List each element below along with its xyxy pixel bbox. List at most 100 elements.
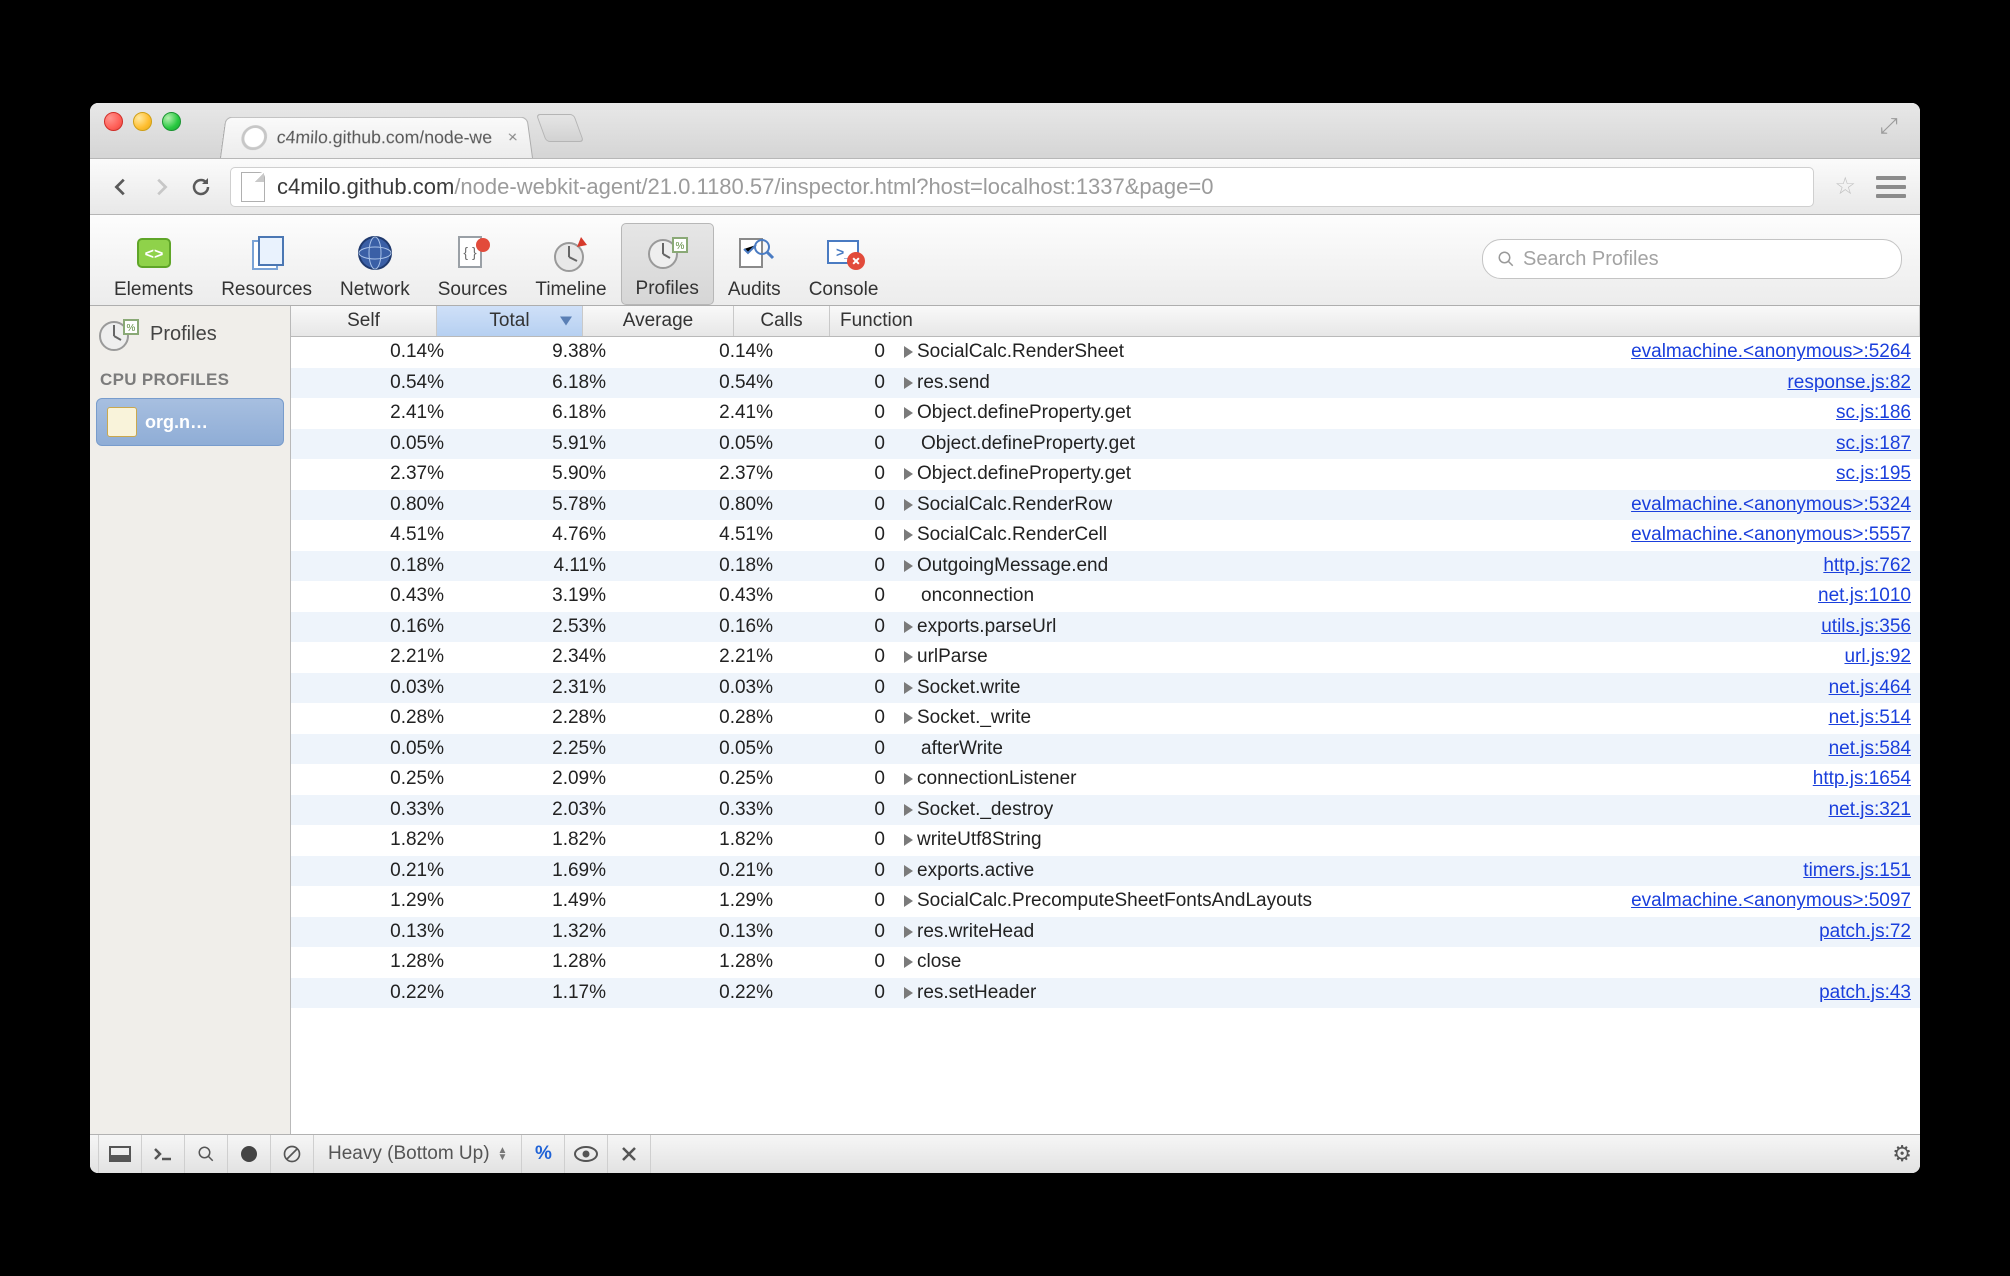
panel-profiles[interactable]: % Profiles [621,223,714,305]
col-calls[interactable]: Calls [734,306,830,336]
source-link[interactable]: response.js:82 [1787,372,1911,394]
source-link[interactable]: evalmachine.<anonymous>:5557 [1631,524,1911,546]
table-row[interactable]: 0.03%2.31%0.03%0Socket.writenet.js:464 [291,673,1920,704]
disclosure-triangle-icon[interactable] [904,529,913,541]
table-row[interactable]: 0.16%2.53%0.16%0exports.parseUrlutils.js… [291,612,1920,643]
sidebar-profiles-header[interactable]: % Profiles [90,306,290,362]
table-row[interactable]: 0.05%2.25%0.05%0afterWritenet.js:584 [291,734,1920,765]
table-row[interactable]: 0.13%1.32%0.13%0res.writeHeadpatch.js:72 [291,917,1920,948]
source-link[interactable]: patch.js:43 [1819,982,1911,1004]
source-link[interactable]: sc.js:187 [1836,433,1911,455]
disclosure-triangle-icon[interactable] [904,499,913,511]
table-row[interactable]: 2.37%5.90%2.37%0Object.defineProperty.ge… [291,459,1920,490]
source-link[interactable]: evalmachine.<anonymous>:5097 [1631,890,1911,912]
table-row[interactable]: 0.28%2.28%0.28%0Socket._writenet.js:514 [291,703,1920,734]
disclosure-triangle-icon[interactable] [904,621,913,633]
disclosure-triangle-icon[interactable] [904,773,913,785]
table-row[interactable]: 0.25%2.09%0.25%0connectionListenerhttp.j… [291,764,1920,795]
dock-button[interactable] [98,1135,142,1173]
table-body[interactable]: 0.14%9.38%0.14%0SocialCalc.RenderSheetev… [291,337,1920,1134]
table-row[interactable]: 0.43%3.19%0.43%0onconnectionnet.js:1010 [291,581,1920,612]
disclosure-triangle-icon[interactable] [904,926,913,938]
zoom-window-button[interactable] [162,112,181,131]
record-button[interactable] [228,1135,271,1173]
close-window-button[interactable] [104,112,123,131]
disclosure-triangle-icon[interactable] [904,377,913,389]
disclosure-triangle-icon[interactable] [904,895,913,907]
search-button[interactable] [185,1135,228,1173]
table-row[interactable]: 1.28%1.28%1.28%0close [291,947,1920,978]
expand-icon[interactable]: ⤢ [1880,113,1902,135]
table-row[interactable]: 0.14%9.38%0.14%0SocialCalc.RenderSheetev… [291,337,1920,368]
disclosure-triangle-icon[interactable] [904,712,913,724]
table-row[interactable]: 1.29%1.49%1.29%0SocialCalc.PrecomputeShe… [291,886,1920,917]
source-link[interactable]: net.js:584 [1829,738,1911,760]
table-row[interactable]: 0.22%1.17%0.22%0res.setHeaderpatch.js:43 [291,978,1920,1009]
disclosure-triangle-icon[interactable] [904,468,913,480]
table-row[interactable]: 0.18%4.11%0.18%0OutgoingMessage.endhttp.… [291,551,1920,582]
col-average[interactable]: Average [583,306,734,336]
source-link[interactable]: url.js:92 [1844,646,1911,668]
settings-gear-icon[interactable]: ⚙ [1892,1141,1912,1167]
disclosure-triangle-icon[interactable] [904,834,913,846]
show-console-button[interactable] [142,1135,185,1173]
search-profiles-input[interactable]: Search Profiles [1482,239,1902,279]
source-link[interactable]: sc.js:195 [1836,463,1911,485]
source-link[interactable]: net.js:514 [1829,707,1911,729]
disclosure-triangle-icon[interactable] [904,956,913,968]
clear-button[interactable] [271,1135,314,1173]
focus-button[interactable] [565,1135,608,1173]
panel-audits[interactable]: Audits [714,225,795,305]
table-row[interactable]: 0.05%5.91%0.05%0Object.defineProperty.ge… [291,429,1920,460]
source-link[interactable]: utils.js:356 [1821,616,1911,638]
col-total[interactable]: Total [437,306,583,336]
source-link[interactable]: timers.js:151 [1803,860,1911,882]
col-function[interactable]: Function [830,306,1920,336]
percent-toggle[interactable]: % [522,1135,565,1173]
source-link[interactable]: http.js:762 [1823,555,1911,577]
minimize-window-button[interactable] [133,112,152,131]
sidebar-profile-item[interactable]: org.n… [96,398,284,446]
disclosure-triangle-icon[interactable] [904,804,913,816]
bookmark-star-icon[interactable]: ☆ [1834,172,1856,201]
disclosure-triangle-icon[interactable] [904,987,913,999]
exclude-button[interactable] [608,1135,651,1173]
disclosure-triangle-icon[interactable] [904,407,913,419]
source-link[interactable]: net.js:321 [1829,799,1911,821]
source-link[interactable]: evalmachine.<anonymous>:5324 [1631,494,1911,516]
panel-timeline[interactable]: Timeline [521,225,620,305]
panel-resources[interactable]: Resources [207,225,326,305]
table-row[interactable]: 0.33%2.03%0.33%0Socket._destroynet.js:32… [291,795,1920,826]
panel-console[interactable]: >_ Console [795,225,893,305]
table-row[interactable]: 2.41%6.18%2.41%0Object.defineProperty.ge… [291,398,1920,429]
source-link[interactable]: evalmachine.<anonymous>:5264 [1631,341,1911,363]
table-row[interactable]: 1.82%1.82%1.82%0writeUtf8String [291,825,1920,856]
back-button[interactable] [104,170,138,204]
disclosure-triangle-icon[interactable] [904,651,913,663]
disclosure-triangle-icon[interactable] [904,682,913,694]
address-bar[interactable]: c4milo.github.com/node-webkit-agent/21.0… [230,167,1814,207]
panel-network[interactable]: Network [326,225,424,305]
source-link[interactable]: patch.js:72 [1819,921,1911,943]
chrome-menu-icon[interactable] [1876,176,1906,198]
table-row[interactable]: 0.21%1.69%0.21%0exports.activetimers.js:… [291,856,1920,887]
table-row[interactable]: 0.54%6.18%0.54%0res.sendresponse.js:82 [291,368,1920,399]
browser-tab[interactable]: c4milo.github.com/node-we × [220,117,533,158]
source-link[interactable]: sc.js:186 [1836,402,1911,424]
disclosure-triangle-icon[interactable] [904,560,913,572]
table-row[interactable]: 2.21%2.34%2.21%0urlParseurl.js:92 [291,642,1920,673]
tab-close-icon[interactable]: × [507,128,519,147]
disclosure-triangle-icon[interactable] [904,865,913,877]
source-link[interactable]: net.js:464 [1829,677,1911,699]
new-tab-button[interactable] [536,114,584,142]
source-link[interactable]: net.js:1010 [1818,585,1911,607]
reload-button[interactable] [184,170,218,204]
table-row[interactable]: 0.80%5.78%0.80%0SocialCalc.RenderRoweval… [291,490,1920,521]
col-self[interactable]: Self [291,306,437,336]
disclosure-triangle-icon[interactable] [904,346,913,358]
panel-elements[interactable]: <> Elements [100,225,207,305]
view-selector[interactable]: Heavy (Bottom Up) ▲▼ [314,1135,522,1173]
forward-button[interactable] [144,170,178,204]
panel-sources[interactable]: { } Sources [424,225,522,305]
table-row[interactable]: 4.51%4.76%4.51%0SocialCalc.RenderCelleva… [291,520,1920,551]
